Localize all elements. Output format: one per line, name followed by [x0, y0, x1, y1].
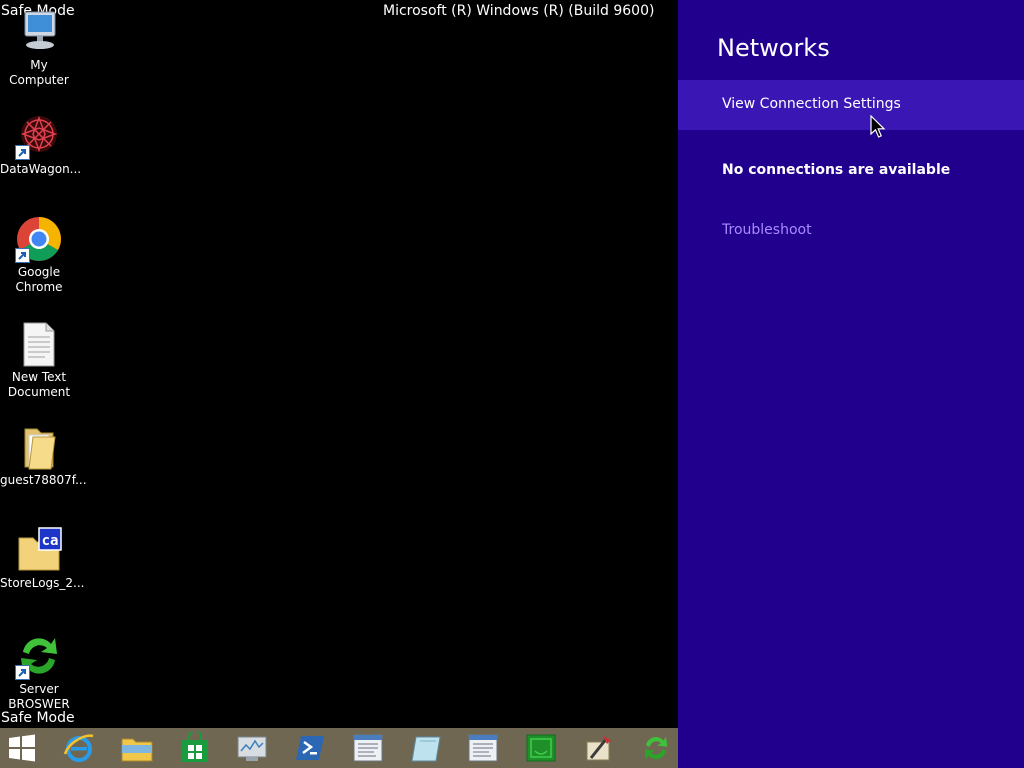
window-app-icon	[353, 734, 383, 762]
start-button[interactable]	[0, 728, 43, 768]
notepad-icon	[410, 736, 441, 762]
view-connection-settings-label: View Connection Settings	[722, 96, 901, 112]
tools-icon	[586, 736, 611, 761]
taskbar-internet-explorer[interactable]	[58, 728, 101, 768]
troubleshoot-link[interactable]: Troubleshoot	[722, 222, 812, 238]
shortcut-arrow-icon	[15, 145, 30, 160]
taskbar-refresh-app[interactable]	[635, 728, 678, 768]
no-connections-message: No connections are available	[722, 162, 951, 178]
green-app-icon	[526, 734, 556, 762]
taskbar	[0, 728, 678, 768]
build-info-text: Microsoft (R) Windows (R) (Build 9600)	[383, 3, 655, 19]
taskbar-performance-monitor[interactable]	[231, 728, 274, 768]
desktop-icon-datawagon[interactable]: DataWagon...	[0, 112, 82, 177]
safe-mode-label-bottom: Safe Mode	[1, 710, 75, 726]
taskbar-window-app-1[interactable]	[346, 728, 389, 768]
icon-label: My Computer	[9, 58, 69, 87]
window-app-icon	[468, 734, 498, 762]
store-bag-icon	[181, 732, 208, 762]
green-arrows-icon	[15, 632, 63, 680]
ca-folder-icon: ca	[15, 526, 63, 574]
text-document-icon	[15, 320, 63, 368]
view-connection-settings-button[interactable]: View Connection Settings	[678, 80, 1024, 130]
chrome-icon	[15, 215, 63, 263]
desktop: Safe Mode Microsoft (R) Windows (R) (Bui…	[0, 0, 678, 728]
icon-label: DataWagon...	[0, 162, 82, 176]
desktop-icon-new-text-document[interactable]: New Text Document	[0, 320, 78, 400]
panel-title: Networks	[717, 34, 830, 62]
taskbar-green-app[interactable]	[519, 728, 562, 768]
performance-monitor-icon	[237, 736, 267, 761]
datawagon-icon	[15, 112, 63, 160]
taskbar-file-explorer[interactable]	[115, 728, 158, 768]
desktop-icon-google-chrome[interactable]: Google Chrome	[0, 215, 78, 295]
computer-icon	[15, 8, 63, 56]
desktop-icon-my-computer[interactable]: My Computer	[0, 8, 78, 88]
taskbar-tools-app[interactable]	[577, 728, 620, 768]
taskbar-store[interactable]	[173, 728, 216, 768]
taskbar-notepad-app[interactable]	[404, 728, 447, 768]
folder-icon	[15, 423, 63, 471]
shortcut-arrow-icon	[15, 248, 30, 263]
networks-charm-panel: Networks View Connection Settings No con…	[678, 0, 1024, 768]
desktop-icon-guest-folder[interactable]: guest78807f...	[0, 423, 87, 488]
icon-label: Google Chrome	[15, 265, 63, 294]
svg-text:ca: ca	[42, 533, 59, 549]
taskbar-powershell[interactable]	[289, 728, 332, 768]
desktop-icon-server-broswer[interactable]: Server BROSWER	[0, 632, 78, 712]
desktop-icon-storelogs[interactable]: ca StoreLogs_2...	[0, 526, 85, 591]
powershell-icon	[296, 736, 325, 760]
green-arrows-icon	[645, 736, 668, 760]
icon-label: StoreLogs_2...	[0, 576, 85, 590]
shortcut-arrow-icon	[15, 665, 30, 680]
windows-logo-icon	[8, 734, 35, 762]
taskbar-window-app-2[interactable]	[462, 728, 505, 768]
internet-explorer-icon	[64, 734, 94, 762]
icon-label: guest78807f...	[0, 473, 87, 487]
file-explorer-icon	[121, 738, 153, 762]
mouse-cursor-icon	[870, 115, 886, 138]
icon-label: Server BROSWER	[8, 682, 70, 711]
icon-label: New Text Document	[7, 370, 71, 399]
